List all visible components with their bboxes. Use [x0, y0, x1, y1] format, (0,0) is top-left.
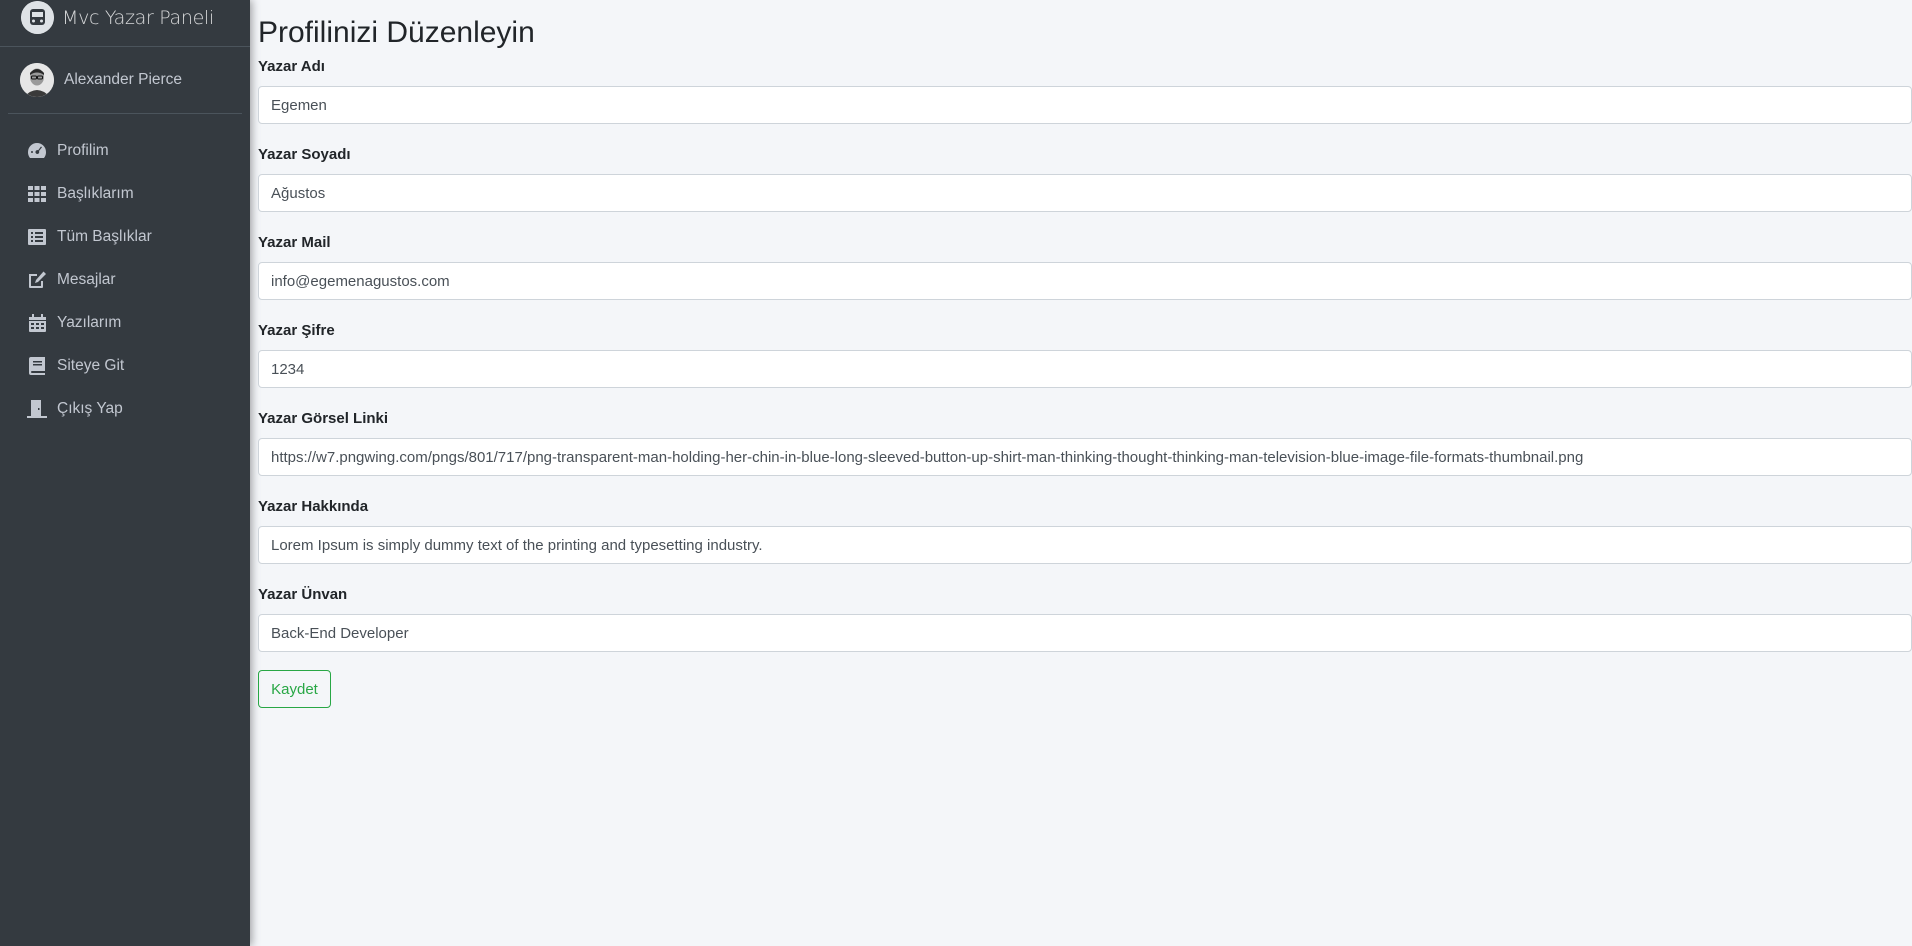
field-label: Yazar Ünvan [258, 586, 348, 603]
field-label: Yazar Şifre [258, 322, 335, 339]
form-group-ad: Yazar Adı [258, 58, 1912, 135]
yazar-ad-input[interactable] [258, 86, 1912, 124]
yazar-gorsel-input[interactable] [258, 438, 1912, 476]
field-label: Yazar Soyadı [258, 146, 351, 163]
sidebar-item-tum-basliklar[interactable]: Tüm Başlıklar [8, 215, 242, 258]
form-group-soyad: Yazar Soyadı [258, 146, 1912, 223]
sidebar-item-siteye-git[interactable]: Siteye Git [8, 344, 242, 387]
yazar-soyad-input[interactable] [258, 174, 1912, 212]
brand-text: Mvc Yazar Paneli [62, 7, 214, 29]
form-group-sifre: Yazar Şifre [258, 322, 1912, 399]
sidebar: Mvc Yazar Paneli Alexander Pierce Profil… [0, 0, 250, 946]
yazar-hakkinda-input[interactable] [258, 526, 1912, 564]
user-panel[interactable]: Alexander Pierce [8, 47, 242, 114]
sidebar-item-yazilarim[interactable]: Yazılarım [8, 301, 242, 344]
yazar-unvan-input[interactable] [258, 614, 1912, 652]
save-button[interactable]: Kaydet [258, 670, 331, 708]
sidebar-item-label: Mesajlar [57, 270, 116, 288]
field-label: Yazar Görsel Linki [258, 410, 389, 427]
edit-icon [27, 270, 47, 290]
bus-logo-icon [21, 1, 54, 34]
sidebar-item-profilim[interactable]: Profilim [8, 129, 242, 172]
user-name: Alexander Pierce [64, 71, 183, 88]
main-content: Profilinizi Düzenleyin Yazar Adı Yazar S… [258, 0, 1912, 708]
avatar [20, 63, 54, 97]
tachometer-icon [27, 141, 47, 161]
sidebar-item-label: Başlıklarım [57, 184, 134, 202]
sidebar-item-label: Yazılarım [57, 313, 122, 331]
calendar-icon [27, 313, 47, 333]
form-group-unvan: Yazar Ünvan [258, 586, 1912, 663]
sidebar-item-mesajlar[interactable]: Mesajlar [8, 258, 242, 301]
book-icon [27, 356, 47, 376]
yazar-sifre-input[interactable] [258, 350, 1912, 388]
grid-icon [27, 184, 47, 204]
sidebar-item-cikis-yap[interactable]: Çıkış Yap [8, 387, 242, 430]
list-icon [27, 227, 47, 247]
field-label: Yazar Hakkında [258, 498, 369, 515]
sidebar-item-label: Tüm Başlıklar [57, 227, 152, 245]
sidebar-nav: Profilim Başlıklarım Tüm Başlıklar Mesaj… [8, 129, 242, 430]
form-group-hakkinda: Yazar Hakkında [258, 498, 1912, 575]
sidebar-item-label: Profilim [57, 141, 109, 159]
door-icon [27, 399, 47, 419]
brand-link[interactable]: Mvc Yazar Paneli [0, 0, 250, 47]
sidebar-item-basliklarim[interactable]: Başlıklarım [8, 172, 242, 215]
page-title: Profilinizi Düzenleyin [258, 16, 535, 49]
sidebar-item-label: Siteye Git [57, 356, 125, 374]
form-group-mail: Yazar Mail [258, 234, 1912, 311]
field-label: Yazar Adı [258, 58, 325, 75]
yazar-mail-input[interactable] [258, 262, 1912, 300]
field-label: Yazar Mail [258, 234, 331, 251]
form-group-gorsel: Yazar Görsel Linki [258, 410, 1912, 487]
profile-form: Yazar Adı Yazar Soyadı Yazar Mail Yazar … [258, 58, 1912, 708]
sidebar-item-label: Çıkış Yap [57, 399, 123, 417]
